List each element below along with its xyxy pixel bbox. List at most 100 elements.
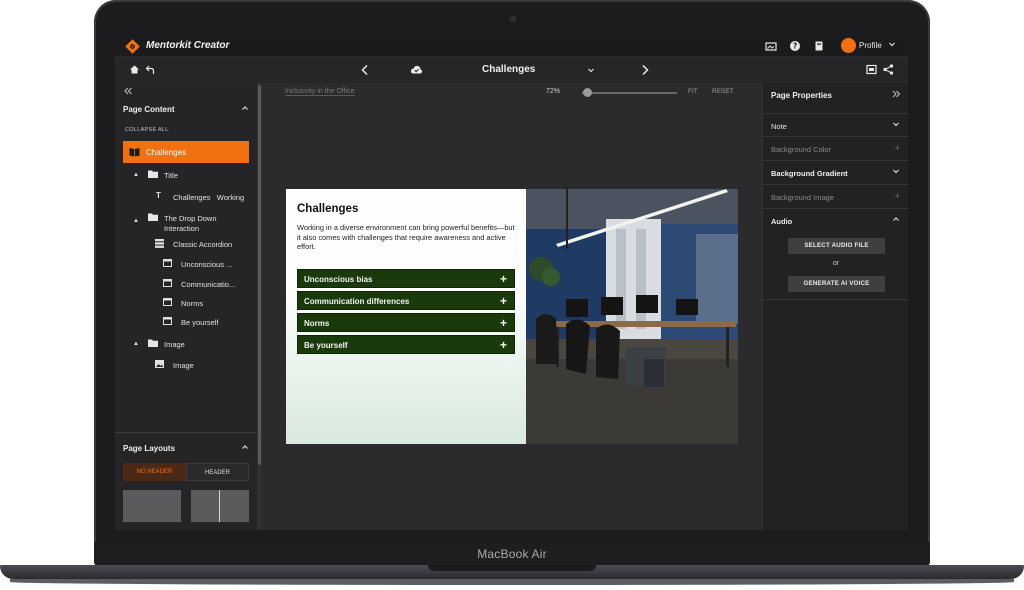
plus-icon[interactable]: + [500,338,507,352]
layout-thumbnail[interactable] [191,490,249,522]
next-page-icon[interactable] [640,64,650,79]
cloud-save-icon[interactable] [410,64,423,78]
chevron-down-icon[interactable] [892,120,900,130]
page-layouts-heading: Page Layouts [123,444,176,453]
accordion-item-label: Norms [304,319,330,328]
tree-toggle-icon[interactable]: ▲ [133,341,139,347]
accordion-item-label: Be yourself [304,341,348,350]
chevron-down-icon[interactable] [888,40,896,50]
layout-thumbnail[interactable] [123,490,181,522]
home-icon[interactable] [129,64,140,78]
previous-page-icon[interactable] [360,64,370,79]
page-dropdown-chevron-icon[interactable] [587,65,595,77]
audio-label: Audio [771,217,793,226]
zoom-level: 72% [546,88,561,95]
note-label: Note [771,122,787,131]
top-bar: Mentorkit Creator ? Profile [115,35,908,57]
generate-ai-voice-button[interactable]: GENERATE AI VOICE [788,276,885,292]
profile-menu[interactable]: Profile [859,41,882,50]
page-content-heading: Page Content [123,105,175,114]
webcam [510,16,516,22]
zoom-slider[interactable] [582,92,677,94]
panel-icon [163,279,172,289]
chevron-up-icon[interactable] [892,215,900,225]
share-icon[interactable] [883,64,894,78]
tree-item-title[interactable]: Title [164,171,178,180]
office-photo[interactable] [526,189,738,444]
tree-item-classic-accordion[interactable]: Classic Accordion [173,240,232,249]
fit-button[interactable]: FIT [688,88,698,95]
device-brand-label: MacBook Air [477,547,547,561]
guide-book-icon[interactable] [813,40,825,52]
or-separator: or [832,260,840,267]
tree-item-be-yourself[interactable]: Be yourself [181,318,219,327]
collapse-left-panel-icon[interactable] [123,86,133,99]
background-gradient-row[interactable]: Background Gradient [763,161,908,185]
tree-item-text-extra: Working [216,193,245,202]
plus-icon[interactable]: + [500,272,507,286]
canvas-area: Inclusivity in the Office 72% FIT RESET … [262,83,762,530]
accordion-item[interactable]: Norms + [297,313,515,332]
plus-icon[interactable]: + [895,191,900,201]
plus-icon[interactable]: + [895,143,900,153]
panel-divider [763,299,908,300]
page-selector[interactable]: Challenges [482,64,535,75]
chevron-up-icon[interactable] [241,443,249,453]
tree-item-image-group[interactable]: Image [164,340,185,349]
audio-row[interactable]: Audio [763,209,908,233]
folder-icon [148,213,158,223]
tree-item-image[interactable]: Image [173,361,194,370]
accordion-item-label: Unconscious bias [304,275,373,284]
slide-body-text[interactable]: Working in a diverse environment can bri… [297,223,519,252]
app-logo-icon [125,39,140,54]
tree-item-norms[interactable]: Norms [181,299,203,308]
app-screen: Mentorkit Creator ? Profile Challenges P… [115,35,908,530]
editor-toolbar: Challenges [115,57,908,83]
app-name: Mentorkit Creator [146,40,230,51]
folder-icon [148,339,158,349]
left-panel: Page Content COLLAPSE ALL Challenges ▲ T… [115,83,262,530]
chapter-icon [129,147,140,159]
note-row[interactable]: Note [763,113,908,137]
collapse-right-panel-icon[interactable] [891,89,901,101]
zoom-slider-handle[interactable] [582,88,592,97]
tab-no-header[interactable]: NO HEADER [123,463,186,481]
select-audio-file-button[interactable]: SELECT AUDIO FILE [788,238,885,254]
tree-item-communication[interactable]: Communicatio... [181,280,235,289]
breadcrumb[interactable]: Inclusivity in the Office [285,88,355,96]
right-panel: Page Properties Note Background Color + … [762,83,908,530]
panel-icon [163,298,172,308]
svg-text:?: ? [793,42,797,51]
tree-item-selected-label: Challenges [146,148,187,157]
back-arrow-icon[interactable] [145,64,156,78]
accordion-item-label: Communication differences [304,297,410,306]
media-library-icon[interactable] [765,40,777,52]
chevron-down-icon[interactable] [892,167,900,177]
tree-item-selected[interactable]: Challenges [123,141,249,163]
accordion-item[interactable]: Unconscious bias + [297,269,515,288]
collapse-all-button[interactable]: COLLAPSE ALL [125,127,169,133]
tree-toggle-icon[interactable]: ▲ [133,218,139,224]
accordion-item[interactable]: Be yourself + [297,335,515,354]
accordion-item[interactable]: Communication differences + [297,291,515,310]
left-panel-scroll-thumb[interactable] [258,85,261,465]
background-color-row[interactable]: Background Color + [763,137,908,161]
tree-item-text[interactable]: Challenges Working [173,193,244,202]
tab-header[interactable]: HEADER [186,463,249,481]
tree-item-dropdown-interaction[interactable]: The Drop Down Interaction [164,214,234,234]
image-icon [155,360,164,370]
slide-title[interactable]: Challenges [297,203,358,215]
preview-icon[interactable] [866,64,877,78]
slide-preview[interactable]: Challenges Working in a diverse environm… [286,189,738,444]
help-icon[interactable]: ? [789,40,801,52]
laptop-shadow [10,579,1014,585]
reset-button[interactable]: RESET [712,88,734,95]
tree-toggle-icon[interactable]: ▲ [133,172,139,178]
plus-icon[interactable]: + [500,316,507,330]
chevron-up-icon[interactable] [241,104,249,114]
plus-icon[interactable]: + [500,294,507,308]
background-image-row[interactable]: Background Image + [763,185,908,209]
background-gradient-label: Background Gradient [771,169,848,178]
avatar[interactable] [841,38,856,53]
tree-item-unconscious[interactable]: Unconscious ... [181,260,232,269]
